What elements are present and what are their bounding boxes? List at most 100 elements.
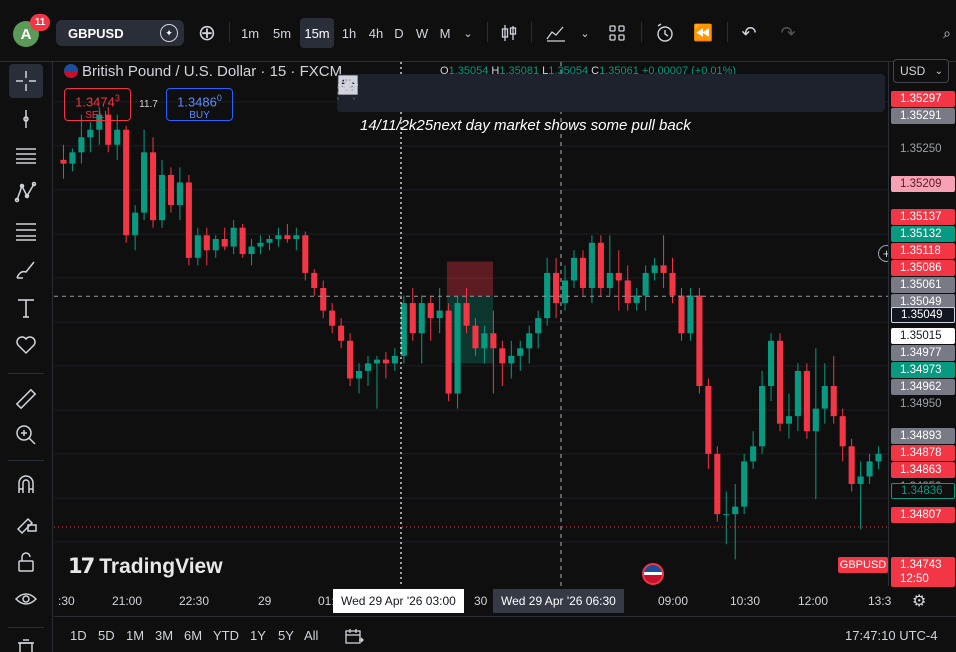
horizontal-ray-icon[interactable] — [339, 78, 506, 108]
candle-style-icon[interactable] — [496, 18, 522, 48]
heart-icon[interactable] — [9, 328, 43, 362]
lines-tool-icon[interactable] — [9, 138, 43, 172]
date-range-calendar-icon[interactable] — [344, 628, 364, 649]
crosshair-icon[interactable] — [9, 64, 43, 98]
buy-button[interactable]: 1.34860 BUY — [166, 87, 233, 121]
cursor-dot-icon[interactable] — [9, 102, 43, 136]
candle — [185, 174, 192, 266]
candle — [212, 235, 219, 258]
lock-drawing-icon[interactable] — [9, 506, 43, 540]
fib-tool-icon[interactable] — [9, 214, 43, 248]
candle — [302, 231, 309, 281]
interval-15m[interactable]: 15m — [300, 18, 334, 48]
symbol-search-button[interactable]: GBPUSD ✦ — [56, 20, 184, 46]
notification-badge: 11 — [30, 14, 50, 31]
zoom-in-icon[interactable] — [9, 418, 43, 452]
symbol-search-icon[interactable]: ✦ — [160, 24, 178, 42]
candle — [642, 265, 649, 311]
candle — [284, 223, 291, 243]
crosshair-time-label-left: Wed 29 Apr '26 03:00 — [333, 589, 464, 613]
interval-w[interactable]: W — [413, 18, 431, 48]
sell-button[interactable]: 1.34743 SELL — [64, 87, 131, 121]
symbol-label: GBPUSD — [68, 25, 124, 41]
ray-icon[interactable] — [339, 75, 618, 108]
rectangle-icon[interactable] — [338, 75, 881, 108]
candle — [454, 295, 461, 409]
interval-dropdown-chevron-icon[interactable]: ⌄ — [458, 18, 478, 48]
replay-icon[interactable]: ⏪ — [690, 18, 716, 48]
interval-d[interactable]: D — [391, 18, 407, 48]
position-target-zone[interactable] — [447, 296, 493, 364]
price-scale[interactable]: USD ⌄ 1.35297 1.35291 1.35250 1.35209 1.35137… — [888, 59, 956, 587]
horizontal-line-icon[interactable] — [338, 78, 806, 108]
grid-table-icon[interactable] — [338, 75, 843, 108]
settings-gear-icon[interactable]: ⚙ — [912, 591, 926, 611]
text-tool-icon[interactable] — [341, 77, 393, 108]
undo-icon[interactable]: ↶ — [737, 18, 761, 48]
magnet-icon[interactable] — [9, 468, 43, 502]
timezone-clock[interactable]: 17:47:10 UTC-4 — [845, 628, 938, 643]
candlestick-chart[interactable] — [54, 62, 888, 586]
price-label: 1.35118 — [891, 243, 955, 259]
brush-tool-icon[interactable] — [9, 253, 43, 287]
ruler-icon[interactable] — [9, 382, 43, 416]
range-1m[interactable]: 1M — [126, 628, 144, 643]
candle — [436, 288, 443, 334]
indicators-chevron-icon[interactable]: ⌄ — [578, 18, 592, 48]
text-box-icon[interactable] — [339, 76, 543, 108]
range-5y[interactable]: 5Y — [278, 628, 294, 643]
us-flag-event-icon[interactable] — [642, 563, 664, 585]
eye-icon[interactable] — [9, 582, 43, 616]
candle — [239, 223, 246, 258]
alert-clock-icon[interactable] — [652, 18, 678, 48]
range-3m[interactable]: 3M — [155, 628, 173, 643]
candle — [750, 431, 757, 469]
search-icon[interactable]: ⌕ — [938, 18, 956, 48]
interval-1m[interactable]: 1m — [236, 18, 264, 48]
range-5d[interactable]: 5D — [98, 628, 115, 643]
candle — [767, 333, 775, 402]
fib-retracement-icon[interactable] — [338, 76, 693, 108]
pattern-tool-icon[interactable] — [9, 175, 43, 209]
interval-1h[interactable]: 1h — [338, 18, 360, 48]
range-1d[interactable]: 1D — [70, 628, 87, 643]
comment-icon[interactable] — [339, 77, 731, 108]
currency-chevron-icon: ⌄ — [934, 65, 943, 77]
range-1y[interactable]: 1Y — [250, 628, 266, 643]
trash-icon[interactable] — [9, 632, 43, 652]
candle — [382, 352, 389, 379]
candle — [579, 250, 587, 296]
trend-line-icon[interactable] — [339, 76, 431, 108]
time-label: 22:30 — [179, 594, 210, 608]
price-label: 1.34977 — [891, 345, 955, 361]
position-stop-zone[interactable] — [447, 261, 493, 297]
cross-line-icon[interactable] — [339, 76, 468, 108]
indicators-icon[interactable] — [542, 18, 570, 48]
interval-5m[interactable]: 5m — [268, 18, 296, 48]
range-ytd[interactable]: YTD — [213, 628, 239, 643]
candle — [839, 408, 846, 462]
layout-grid-icon[interactable] — [604, 18, 630, 48]
interval-m[interactable]: M — [436, 18, 454, 48]
range-6m[interactable]: 6M — [184, 628, 202, 643]
candle — [203, 227, 210, 266]
add-symbol-icon[interactable]: ⊕ — [194, 18, 220, 48]
range-all[interactable]: All — [304, 628, 318, 643]
time-axis[interactable]: :30 21:00 22:30 29 01: 30 09:00 10:30 12:00 13:3 … — [54, 586, 891, 616]
chart-pane[interactable]: British Pound / U.S. Dollar · 15 · FXCM … — [54, 62, 888, 586]
price-label: 12:50 — [891, 571, 955, 587]
vertical-line-icon[interactable] — [345, 76, 768, 108]
redo-icon[interactable]: ↷ — [776, 18, 800, 48]
eraser-icon[interactable] — [340, 78, 581, 108]
lock-icon[interactable] — [9, 545, 43, 579]
candle — [705, 378, 712, 469]
chart-text-annotation[interactable]: 14/11/2k25next day market shows some pul… — [360, 117, 691, 134]
currency-selector[interactable]: USD ⌄ — [893, 59, 949, 83]
text-tool-icon[interactable] — [9, 291, 43, 325]
candle — [651, 257, 658, 281]
chart-legend-title[interactable]: British Pound / U.S. Dollar · 15 · FXCM — [64, 63, 342, 80]
spread-value: 11.7 — [139, 98, 158, 110]
price-label: 1.34962 — [891, 379, 955, 395]
interval-4h[interactable]: 4h — [365, 18, 387, 48]
price-label-icon[interactable] — [339, 77, 656, 108]
